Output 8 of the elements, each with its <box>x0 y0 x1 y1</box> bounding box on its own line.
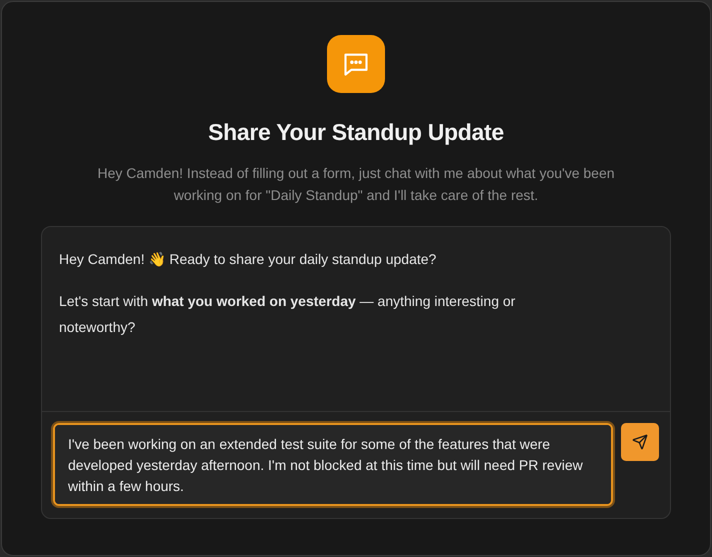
intro-text: Hey Camden! Instead of filling out a form, just chat with me about what you've been working on for "Daily Standup" and I'll take care of the rest. <box>96 164 616 205</box>
assistant-message: Let's start with what you worked on yesterday — anything interesting or noteworthy? <box>59 292 516 337</box>
assistant-message: Hey Camden! 👋 Ready to share your daily standup update? <box>59 250 438 269</box>
page-title: Share Your Standup Update <box>208 118 504 147</box>
message-input[interactable]: I've been working on an extended test suite for some of the features that were developed yesterday afternoon. I'm not blocked at this time but will need PR review within a few hours. <box>53 422 613 506</box>
chat-bubble-icon <box>327 35 385 93</box>
send-button[interactable] <box>621 422 659 460</box>
send-icon <box>632 434 648 450</box>
